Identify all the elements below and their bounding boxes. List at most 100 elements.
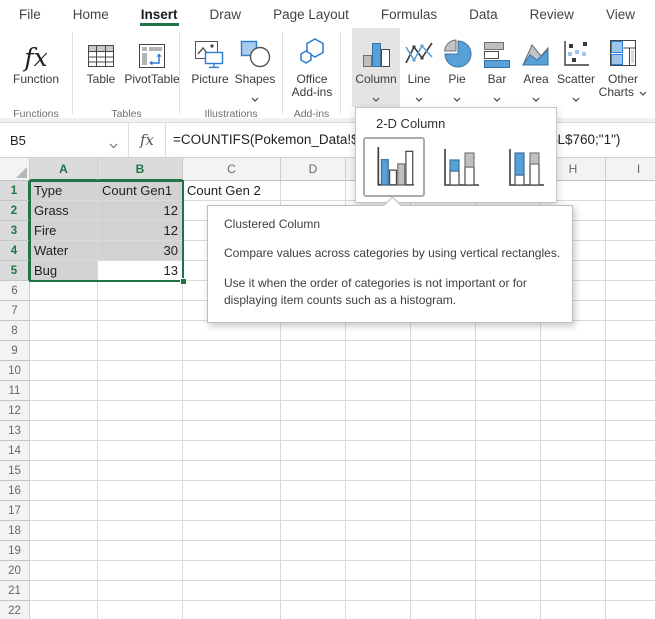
other-charts-button[interactable]: Other Charts [598,28,648,99]
grid-cell-e8[interactable] [346,321,411,341]
row-header-5[interactable]: 5 [0,261,30,281]
grid-cell-g20[interactable] [476,561,541,581]
select-all-corner[interactable] [0,158,30,181]
grid-cell-g16[interactable] [476,481,541,501]
grid-cell-i5[interactable] [606,261,655,281]
grid-cell-f10[interactable] [411,361,476,381]
grid-cell-a6[interactable] [30,281,98,301]
grid-cell-c18[interactable] [183,521,281,541]
chevron-down-icon[interactable] [109,137,118,152]
menu-file[interactable]: File [18,2,42,26]
function-button[interactable]: fx Function [6,28,66,86]
row-header-7[interactable]: 7 [0,301,30,321]
grid-cell-f16[interactable] [411,481,476,501]
grid-cell-e15[interactable] [346,461,411,481]
row-header-11[interactable]: 11 [0,381,30,401]
grid-cell-b7[interactable] [98,301,183,321]
menu-page-layout[interactable]: Page Layout [272,2,350,26]
row-header-20[interactable]: 20 [0,561,30,581]
grid-cell-d9[interactable] [281,341,346,361]
grid-cell-b2[interactable]: 12 [98,201,183,221]
grid-cell-i8[interactable] [606,321,655,341]
insert-function-button[interactable]: fx [129,123,166,157]
grid-cell-d15[interactable] [281,461,346,481]
grid-cell-g12[interactable] [476,401,541,421]
grid-cell-b8[interactable] [98,321,183,341]
grid-cell-a1[interactable]: Type [30,181,98,201]
row-header-17[interactable]: 17 [0,501,30,521]
grid-cell-c17[interactable] [183,501,281,521]
grid-cell-b1[interactable]: Count Gen1 [98,181,183,201]
grid-cell-b14[interactable] [98,441,183,461]
column-header-d[interactable]: D [281,158,346,181]
grid-cell-c12[interactable] [183,401,281,421]
grid-cell-h16[interactable] [541,481,606,501]
row-header-22[interactable]: 22 [0,601,30,619]
grid-cell-h11[interactable] [541,381,606,401]
grid-cell-e19[interactable] [346,541,411,561]
grid-cell-f9[interactable] [411,341,476,361]
grid-cell-b12[interactable] [98,401,183,421]
grid-cell-c15[interactable] [183,461,281,481]
grid-cell-h17[interactable] [541,501,606,521]
row-header-18[interactable]: 18 [0,521,30,541]
grid-cell-f14[interactable] [411,441,476,461]
grid-cell-g13[interactable] [476,421,541,441]
column-chart-button[interactable]: Column [352,28,400,107]
menu-insert[interactable]: Insert [140,2,179,26]
row-header-19[interactable]: 19 [0,541,30,561]
grid-cell-a13[interactable] [30,421,98,441]
grid-cell-i13[interactable] [606,421,655,441]
grid-cell-b17[interactable] [98,501,183,521]
grid-cell-e12[interactable] [346,401,411,421]
grid-cell-e14[interactable] [346,441,411,461]
column-header-b[interactable]: B [98,158,183,181]
grid-cell-c8[interactable] [183,321,281,341]
grid-cell-a7[interactable] [30,301,98,321]
grid-cell-g15[interactable] [476,461,541,481]
clustered-column-option[interactable] [363,137,425,197]
100-stacked-column-option[interactable] [503,146,547,190]
grid-cell-h19[interactable] [541,541,606,561]
grid-cell-c22[interactable] [183,601,281,619]
grid-cell-d13[interactable] [281,421,346,441]
row-header-21[interactable]: 21 [0,581,30,601]
row-header-8[interactable]: 8 [0,321,30,341]
grid-cell-a18[interactable] [30,521,98,541]
grid-cell-c9[interactable] [183,341,281,361]
menu-home[interactable]: Home [72,2,110,26]
menu-draw[interactable]: Draw [209,2,243,26]
grid-cell-b4[interactable]: 30 [98,241,183,261]
grid-cell-g21[interactable] [476,581,541,601]
grid-cell-d11[interactable] [281,381,346,401]
row-header-3[interactable]: 3 [0,221,30,241]
grid-cell-f11[interactable] [411,381,476,401]
grid-cell-f19[interactable] [411,541,476,561]
grid-cell-i20[interactable] [606,561,655,581]
grid-cell-a17[interactable] [30,501,98,521]
grid-cell-b15[interactable] [98,461,183,481]
grid-cell-g17[interactable] [476,501,541,521]
grid-cell-h12[interactable] [541,401,606,421]
grid-cell-e9[interactable] [346,341,411,361]
grid-cell-h15[interactable] [541,461,606,481]
grid-cell-f18[interactable] [411,521,476,541]
grid-cell-a8[interactable] [30,321,98,341]
grid-cell-i10[interactable] [606,361,655,381]
grid-cell-d21[interactable] [281,581,346,601]
grid-cell-b6[interactable] [98,281,183,301]
grid-cell-c19[interactable] [183,541,281,561]
grid-cell-g18[interactable] [476,521,541,541]
scatter-chart-button[interactable]: Scatter [555,28,597,107]
grid-cell-e18[interactable] [346,521,411,541]
grid-cell-b16[interactable] [98,481,183,501]
grid-cell-a2[interactable]: Grass [30,201,98,221]
office-addins-button[interactable]: OfficeAdd-ins [286,28,338,99]
grid-cell-d16[interactable] [281,481,346,501]
grid-cell-i19[interactable] [606,541,655,561]
grid-cell-c14[interactable] [183,441,281,461]
row-header-6[interactable]: 6 [0,281,30,301]
grid-cell-e16[interactable] [346,481,411,501]
grid-cell-f17[interactable] [411,501,476,521]
grid-cell-h18[interactable] [541,521,606,541]
